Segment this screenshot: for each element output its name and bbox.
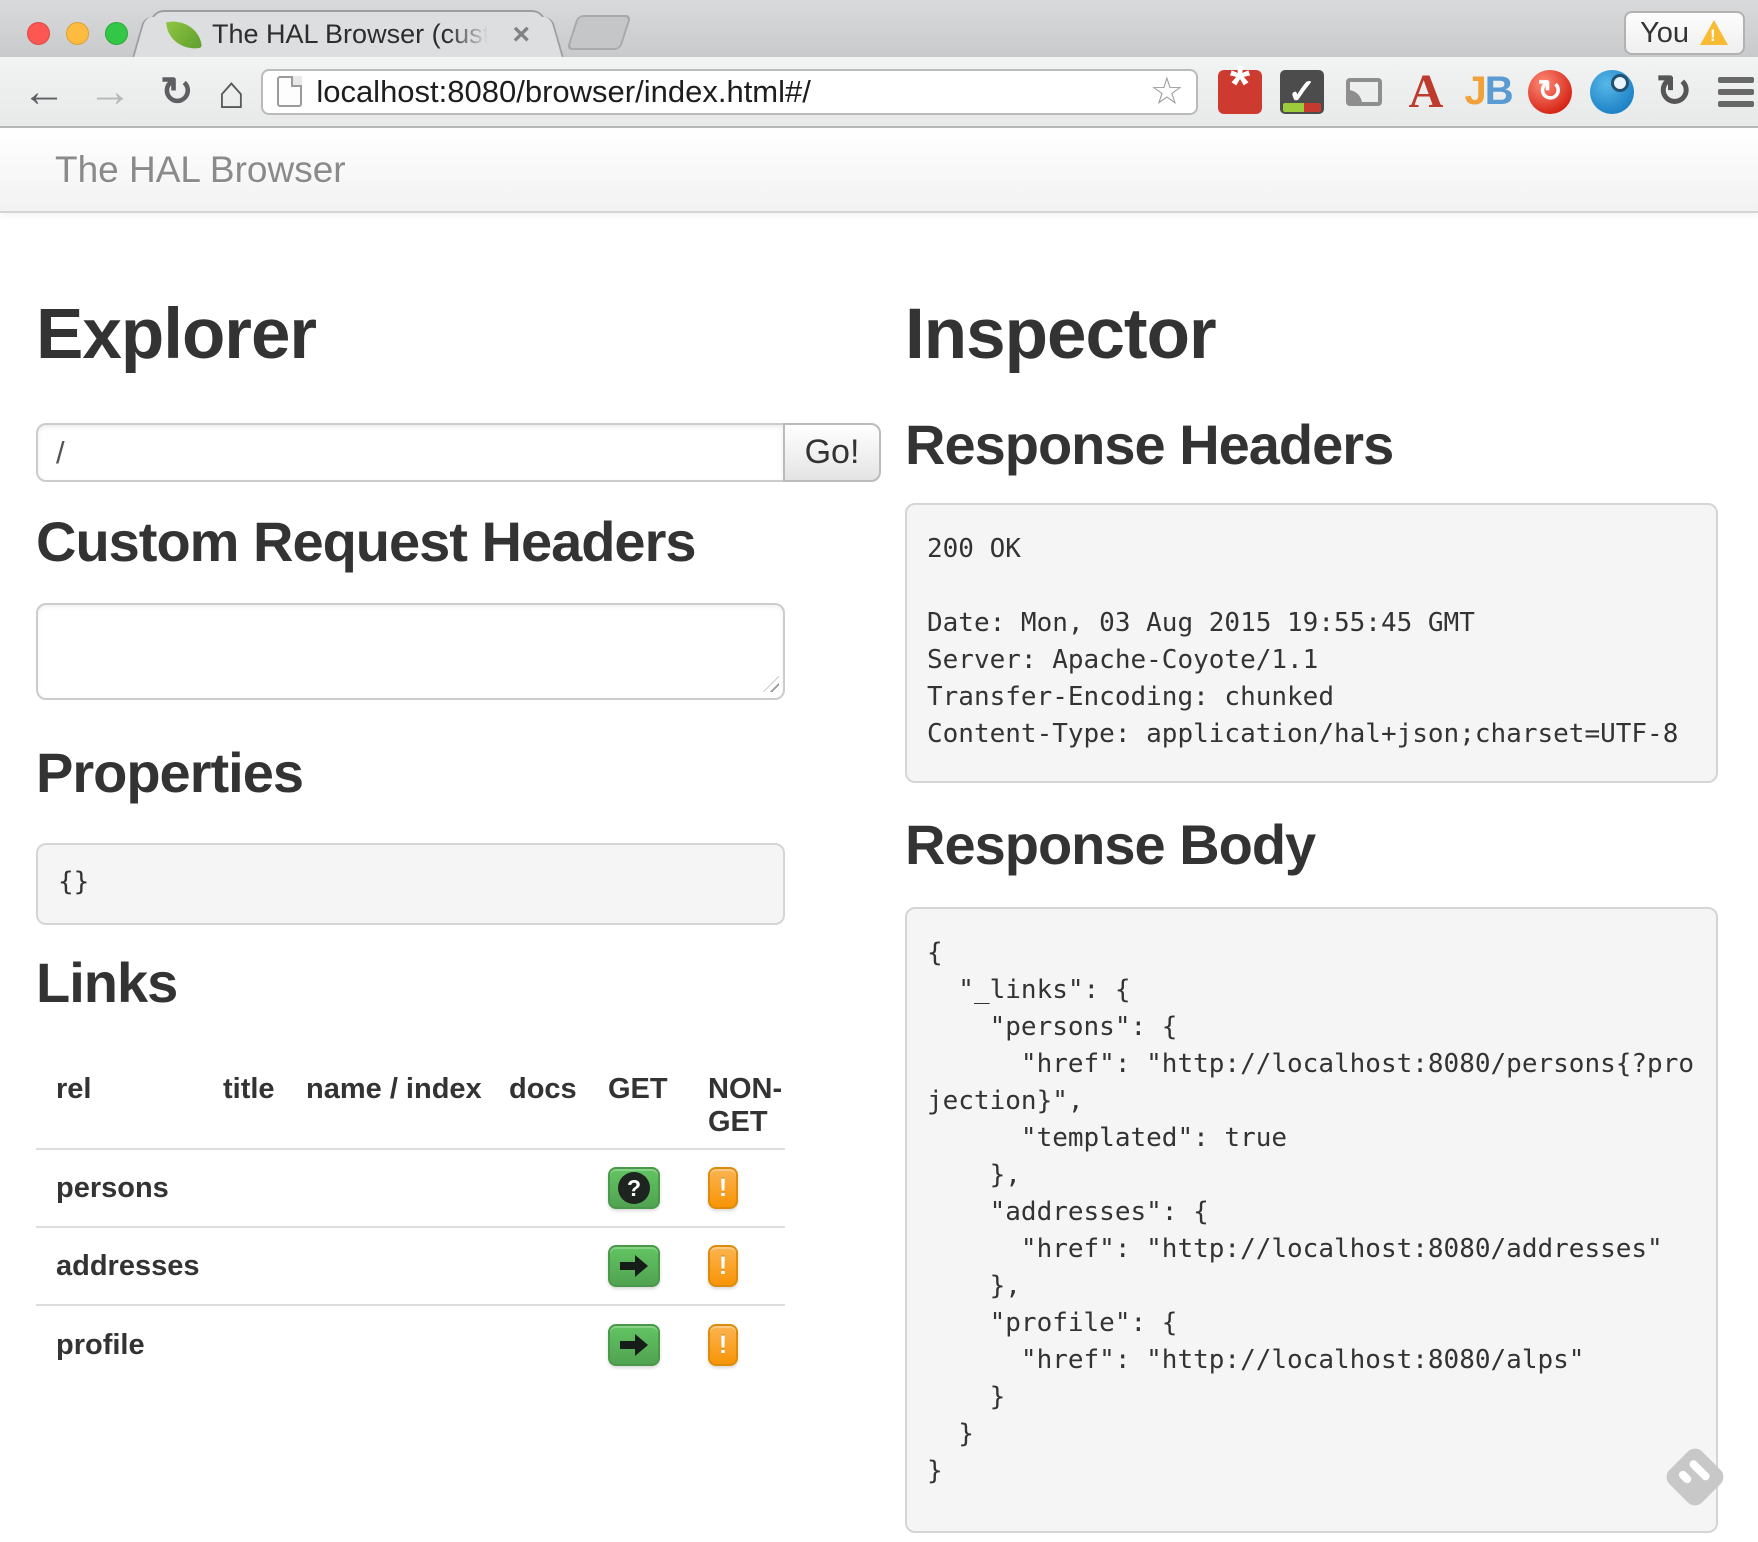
rel-label: profile	[36, 1329, 223, 1362]
cast-icon[interactable]	[1342, 70, 1386, 114]
fullscreen-window-button[interactable]	[105, 22, 128, 45]
jetbrains-icon[interactable]: JB	[1466, 70, 1510, 114]
page-navbar: The HAL Browser	[0, 128, 1758, 213]
response-headers-title: Response Headers	[905, 415, 1718, 475]
address-input-group: Go!	[36, 423, 883, 482]
custom-headers-wrap	[36, 603, 785, 700]
menu-icon[interactable]	[1714, 70, 1758, 114]
annotate-a-icon[interactable]: A	[1404, 70, 1448, 114]
get-button[interactable]	[608, 1324, 660, 1366]
page-content: Explorer Go! Custom Request Headers Prop…	[0, 213, 1758, 1533]
tab-title-fade	[448, 16, 498, 56]
checker-icon[interactable]: ✓	[1280, 70, 1324, 114]
page-monitor-icon[interactable]: ↻	[1652, 70, 1696, 114]
minimize-window-button[interactable]	[66, 22, 89, 45]
non-get-button[interactable]: !	[708, 1245, 738, 1287]
col-title: title	[223, 1073, 306, 1139]
col-rel: rel	[36, 1073, 223, 1139]
table-row: persons ? !	[36, 1150, 785, 1228]
sync-red-icon[interactable]: ↻	[1528, 70, 1572, 114]
inspector-column: Inspector Response Headers 200 OK Date: …	[905, 213, 1718, 1533]
explorer-title: Explorer	[36, 297, 883, 373]
explorer-column: Explorer Go! Custom Request Headers Prop…	[36, 213, 883, 1533]
url-host: localhost	[316, 74, 438, 109]
get-button[interactable]: ?	[608, 1167, 660, 1209]
exclamation-icon: !	[719, 1331, 727, 1360]
forward-icon[interactable]: →	[88, 70, 132, 114]
response-headers-panel: 200 OK Date: Mon, 03 Aug 2015 19:55:45 G…	[905, 503, 1718, 783]
links-table: rel title name / index docs GET NON-GET …	[36, 1049, 785, 1384]
links-title: Links	[36, 953, 883, 1013]
table-row: profile !	[36, 1306, 785, 1384]
back-icon[interactable]: ←	[22, 70, 66, 114]
browser-tab[interactable]: The HAL Browser (customiza ×	[150, 10, 546, 57]
get-button[interactable]	[608, 1245, 660, 1287]
custom-headers-textarea[interactable]	[36, 603, 785, 700]
properties-title: Properties	[36, 743, 883, 803]
tab-strip: The HAL Browser (customiza × You	[0, 0, 1758, 57]
arrow-right-icon	[620, 1255, 648, 1277]
non-get-button[interactable]: !	[708, 1167, 738, 1209]
properties-value: {}	[36, 843, 785, 925]
page-icon	[277, 76, 302, 107]
response-body-panel: { "_links": { "persons": { "href": "http…	[905, 907, 1718, 1533]
window-controls	[27, 22, 128, 45]
rel-label: addresses	[36, 1250, 223, 1283]
response-body-title: Response Body	[905, 815, 1718, 875]
browser-window: The HAL Browser (customiza × You ← → ↻ ⌂…	[0, 0, 1758, 1542]
custom-request-headers-title: Custom Request Headers	[36, 512, 883, 572]
col-non-get: NON-GET	[708, 1073, 785, 1139]
links-table-header: rel title name / index docs GET NON-GET	[36, 1049, 785, 1150]
non-get-button[interactable]: !	[708, 1324, 738, 1366]
home-icon[interactable]: ⌂	[218, 69, 246, 115]
profile-button[interactable]: You	[1624, 11, 1745, 55]
bookmark-star-icon[interactable]: ☆	[1150, 69, 1184, 114]
url-text[interactable]: localhost:8080/browser/index.html#/	[316, 74, 1150, 110]
browser-toolbar: ← → ↻ ⌂ localhost:8080/browser/index.htm…	[0, 57, 1758, 128]
col-name-index: name / index	[306, 1073, 509, 1139]
rel-label: persons	[36, 1172, 223, 1205]
profile-label: You	[1640, 17, 1689, 50]
exclamation-icon: !	[719, 1174, 727, 1203]
table-row: addresses !	[36, 1228, 785, 1306]
inspector-title: Inspector	[905, 297, 1718, 373]
exclamation-icon: !	[719, 1252, 727, 1281]
resource-path-input[interactable]	[36, 423, 785, 482]
reload-icon[interactable]: ↻	[160, 72, 194, 112]
col-docs: docs	[509, 1073, 608, 1139]
page-brand: The HAL Browser	[55, 149, 346, 191]
arrow-right-icon	[620, 1334, 648, 1356]
warning-icon	[1699, 20, 1729, 46]
close-window-button[interactable]	[27, 22, 50, 45]
extensions-row: * ✓ A JB ↻ ↻	[1218, 70, 1758, 114]
address-bar[interactable]: localhost:8080/browser/index.html#/ ☆	[261, 69, 1198, 115]
close-icon[interactable]: ×	[512, 20, 530, 50]
new-tab-button[interactable]	[566, 15, 631, 50]
col-get: GET	[608, 1073, 708, 1139]
pocket-blue-icon[interactable]	[1590, 70, 1634, 114]
spring-leaf-icon	[166, 17, 202, 51]
go-button[interactable]: Go!	[783, 423, 881, 482]
url-path: :8080/browser/index.html#/	[439, 74, 811, 109]
lastpass-icon[interactable]: *	[1218, 70, 1262, 114]
question-icon: ?	[618, 1172, 650, 1204]
